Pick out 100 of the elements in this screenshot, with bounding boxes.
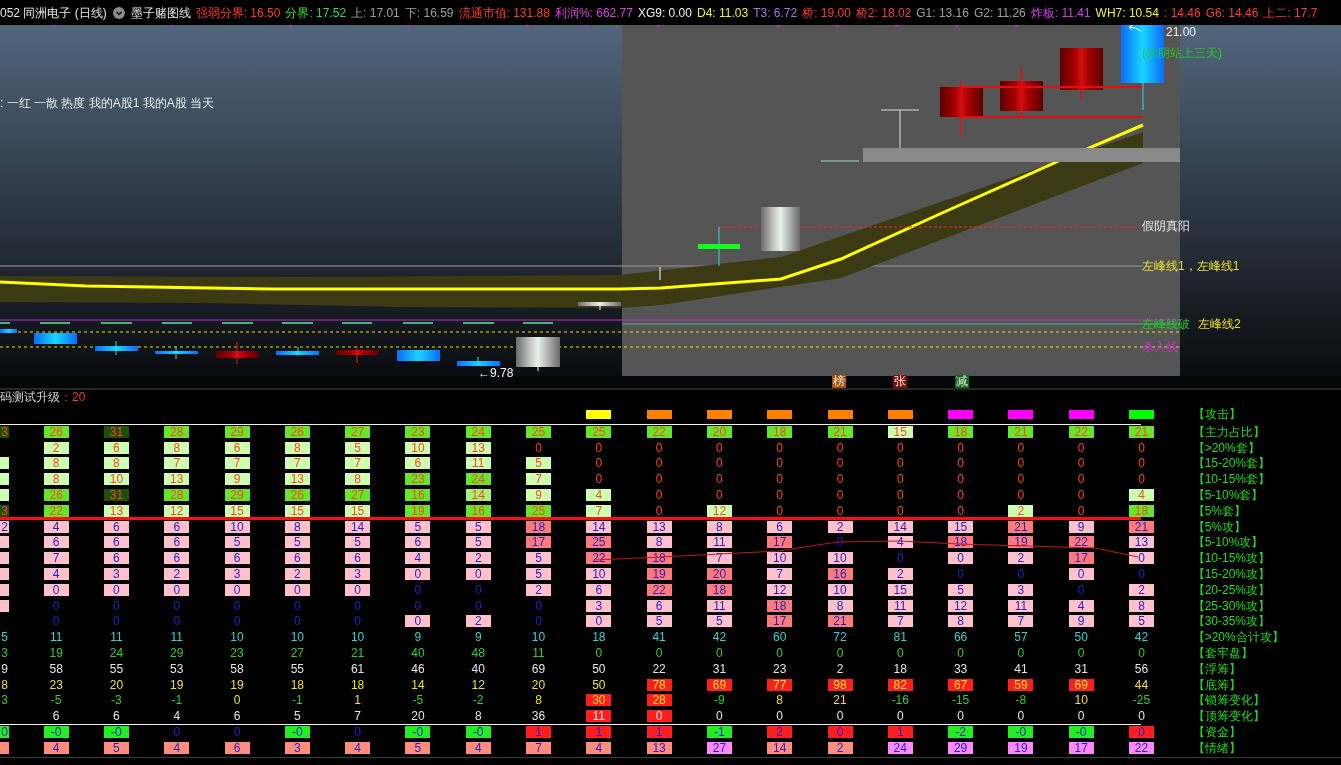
table-cell: 18 — [526, 520, 551, 533]
table-cell-text: 0 — [1016, 457, 1026, 470]
table-cell-text: 0 — [775, 504, 785, 517]
table-cell-text: 10 — [530, 631, 547, 644]
table-cell: 1 — [586, 726, 612, 739]
table-cell: -2 — [948, 726, 974, 739]
table-cell-text: 0 — [232, 726, 242, 739]
table-cell: 19 — [1008, 741, 1034, 754]
table-cell: 7 — [1008, 615, 1034, 628]
table-cell: 26 — [284, 425, 310, 438]
table-cell: 19 — [405, 504, 431, 517]
table-cell: 14 — [767, 741, 793, 754]
table-cell-text: 0 — [1016, 489, 1026, 502]
table-cell: 27 — [345, 425, 371, 438]
table-cell: 0 — [345, 583, 371, 596]
table-cell: 14 — [887, 520, 913, 533]
table-cell-text: 14 — [410, 678, 426, 691]
table-cell: 3 — [284, 741, 310, 754]
table-cell: 14 — [586, 520, 612, 533]
table-cell-text: -15 — [950, 694, 971, 707]
table-cell: 3 — [0, 647, 9, 660]
table-cell: 10 — [224, 520, 250, 533]
table-cell: -0 — [43, 726, 69, 739]
table-cell: 3 — [0, 425, 9, 438]
table-cell: 69 — [1068, 678, 1094, 691]
table-cell: 14 — [345, 520, 371, 533]
table-cell: 77 — [767, 678, 793, 691]
table-cell: 28 — [164, 425, 190, 438]
indicator-reading: 分界: 17.52 — [285, 5, 347, 20]
table-cell: 59 — [1008, 678, 1034, 691]
table-cell: 6 — [103, 536, 129, 549]
table-cell: 6 — [405, 536, 431, 549]
table-cell: 2 — [827, 520, 853, 533]
table-cell-text: 29 — [169, 647, 185, 660]
table-cell-text: 11 — [48, 631, 64, 644]
table-cell-text: 33 — [952, 662, 969, 675]
table-cell: 6 — [164, 536, 190, 549]
table-cell: 6 — [405, 457, 431, 470]
table-cell: 13 — [646, 520, 672, 533]
table-cell: 0 — [405, 615, 431, 628]
table-cell: 11 — [586, 710, 612, 723]
table-cell: -0 — [405, 726, 431, 739]
table-cell: 7 — [526, 473, 551, 486]
indicator-reading: 下: 16.59 — [404, 5, 454, 20]
table-cell-text: 0 — [835, 441, 845, 454]
row-label: 【主力占比】 — [1191, 424, 1266, 439]
row-label: 【5%攻】 — [1191, 519, 1247, 534]
row-label: 【5%套】 — [1191, 503, 1247, 518]
table-cell-text: 0 — [956, 441, 965, 454]
table-cell-text: 0 — [413, 599, 423, 612]
table-cell: 8 — [0, 678, 9, 691]
table-cell: 2 — [1129, 583, 1154, 596]
table-cell-text: 0 — [654, 647, 664, 660]
table-cell-text: 8 — [534, 694, 543, 707]
table-cell-text: 0 — [1016, 710, 1026, 723]
table-cell-text: 31 — [1073, 662, 1089, 675]
table-cell: 26 — [43, 489, 69, 502]
table-cell: 29 — [948, 741, 974, 754]
table-cell: 2 — [526, 583, 551, 596]
table-cell-text: 72 — [832, 631, 848, 644]
table-cell-text: 0 — [895, 457, 905, 470]
table-cell: 0 — [43, 583, 69, 596]
table-cell: 8 — [706, 520, 732, 533]
table-cell: 16 — [827, 568, 853, 581]
row-label: 【5-10%攻】 — [1191, 535, 1265, 550]
table-cell: 15 — [345, 504, 371, 517]
table-cell: 17 — [767, 615, 793, 628]
table-cell: 4 — [164, 741, 190, 754]
table-cell-text: 10 — [1073, 694, 1089, 707]
table-cell-text: 0 — [895, 441, 905, 454]
table-cell: 17 — [1068, 741, 1094, 754]
table-cell: 7 — [164, 457, 190, 470]
table-cell-text: 0 — [172, 615, 182, 628]
table-cell-text: 0 — [413, 583, 423, 596]
table-cell: 21 — [1129, 520, 1154, 533]
table-cell-text: 0 — [1016, 473, 1026, 486]
table-cell-text: 0 — [172, 726, 182, 739]
table-cell: 15 — [284, 504, 310, 517]
table-cell: 5 — [1129, 615, 1154, 628]
dropdown-icon[interactable] — [112, 6, 125, 19]
table-cell-text: 0 — [1076, 457, 1086, 470]
table-cell-text: 40 — [410, 647, 426, 660]
table-cell: 2 — [284, 568, 310, 581]
table-cell-text: 0 — [775, 489, 785, 502]
indicator-reading: G2: 11.26 — [973, 5, 1026, 20]
table-cell: 16 — [465, 504, 491, 517]
table-cell: 9 — [1068, 520, 1094, 533]
table-cell: 5 — [224, 536, 250, 549]
table-cell-text: 0 — [1137, 441, 1146, 454]
table-cell-text: 0 — [956, 710, 965, 723]
table-cell-text: 0 — [1137, 710, 1146, 723]
table-cell-text: 0 — [775, 457, 785, 470]
indicator-reading: 利润%: 662.77 — [554, 5, 633, 20]
table-cell: 15 — [224, 504, 250, 517]
table-cell: 5 — [526, 568, 551, 581]
table-cell-text: 0 — [654, 441, 664, 454]
table-cell: 6 — [224, 552, 250, 565]
indicator-reading: G6: 14.46 — [1205, 5, 1259, 20]
table-cell-text: 18 — [591, 631, 607, 644]
table-cell: 15 — [887, 425, 913, 438]
